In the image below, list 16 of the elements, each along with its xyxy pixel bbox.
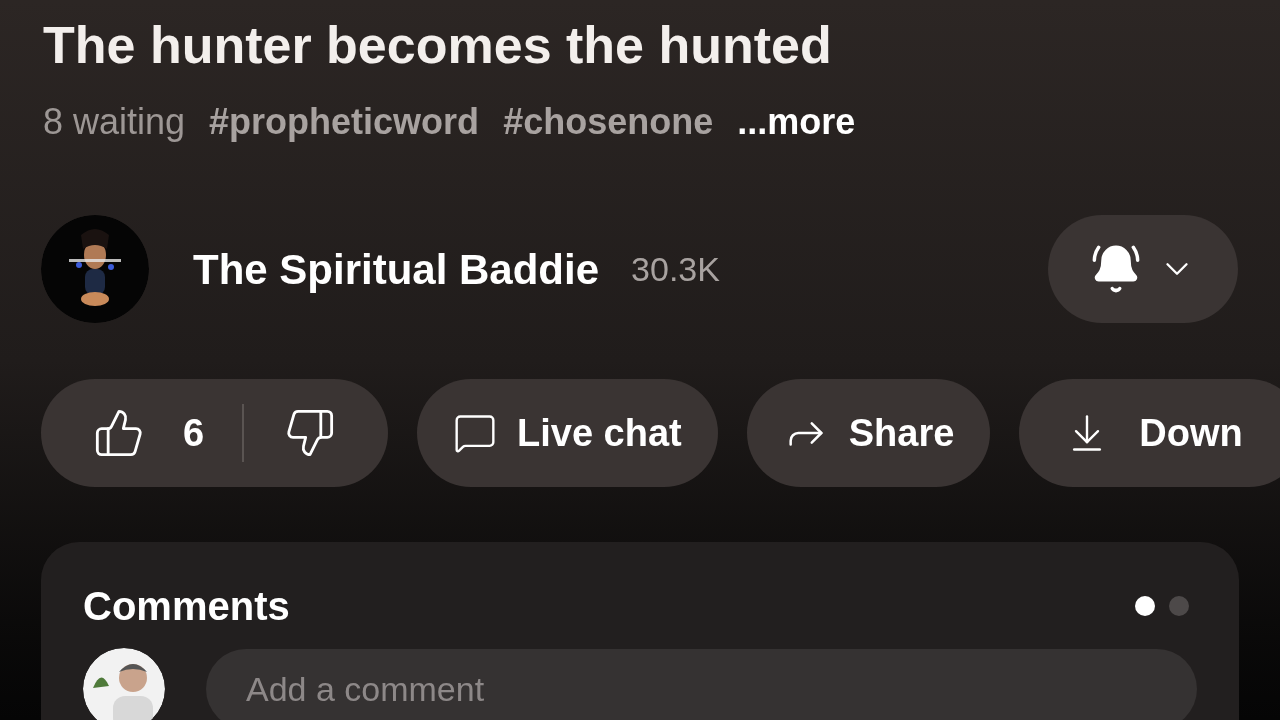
waiting-count: 8 waiting (43, 100, 186, 144)
more-link[interactable]: ...more (737, 100, 856, 144)
like-count: 6 (182, 410, 205, 456)
live-chat-button[interactable]: Live chat (417, 379, 718, 487)
download-button[interactable]: Down (1019, 379, 1280, 487)
channel-name[interactable]: The Spiritual Baddie (193, 237, 600, 301)
bell-icon (1090, 243, 1142, 295)
comments-card[interactable]: Comments Add a comment (41, 542, 1239, 720)
hashtag-link[interactable]: #chosenone (503, 100, 714, 144)
hashtag-link[interactable]: #propheticword (209, 100, 480, 144)
comments-title: Comments (83, 583, 290, 630)
like-dislike-button[interactable]: 6 (41, 379, 388, 487)
video-title: The hunter becomes the hunted (43, 15, 833, 76)
share-button[interactable]: Share (746, 379, 991, 487)
subscriber-count: 30.3K (631, 248, 720, 290)
comment-field[interactable]: Add a comment (206, 649, 1197, 720)
